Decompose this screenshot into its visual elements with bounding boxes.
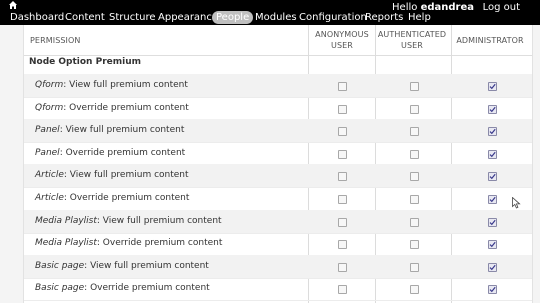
module-row: Node Option Premium: [24, 51, 532, 75]
permission-row: Basic page: View full premium content: [24, 254, 532, 279]
anonymous-checkbox[interactable]: [338, 172, 347, 182]
administrator-checkbox[interactable]: [488, 285, 497, 295]
permission-row: Basic page: Override premium content: [24, 277, 532, 302]
authenticated-checkbox[interactable]: [410, 262, 419, 272]
home-icon[interactable]: [9, 1, 17, 10]
menu-item-dashboard[interactable]: Dashboard: [10, 12, 64, 24]
authenticated-checkbox[interactable]: [410, 285, 419, 295]
anonymous-checkbox[interactable]: [338, 82, 347, 91]
authenticated-checkbox[interactable]: [410, 195, 419, 204]
anonymous-checkbox[interactable]: [338, 149, 347, 159]
menu-item-modules[interactable]: Modules: [255, 12, 297, 24]
menu-item-structure[interactable]: Structure: [109, 12, 156, 24]
content-type-name: Media Playlist: [35, 238, 97, 249]
permission-label: Media Playlist: Override premium content: [35, 232, 222, 255]
content-type-name: Qform: [35, 102, 64, 113]
authenticated-checkbox[interactable]: [410, 104, 419, 114]
content-type-name: Media Playlist: [35, 215, 97, 226]
administrator-checkbox[interactable]: [488, 195, 497, 204]
administrator-checkbox[interactable]: [488, 104, 497, 114]
content-type-name: Qform: [35, 80, 64, 90]
permission-row: Article: Override premium content: [24, 187, 532, 211]
permission-label: Qform: View full premium content: [35, 74, 188, 97]
permission-text: : View full premium content: [63, 170, 189, 181]
permission-label: Panel: View full premium content: [35, 119, 184, 142]
menu-item-configuration[interactable]: Configuration: [299, 12, 367, 24]
hello-user-label: Hello edandrea: [392, 2, 474, 14]
administrator-checkbox[interactable]: [488, 82, 497, 91]
permission-row: Media Playlist: View full premium conten…: [24, 209, 532, 234]
authenticated-checkbox[interactable]: [410, 172, 419, 182]
menu-item-appearance[interactable]: Appearance: [158, 12, 218, 24]
anonymous-checkbox[interactable]: [338, 262, 347, 272]
permission-label: Media Playlist: View full premium conten…: [35, 210, 222, 233]
content-type-name: Basic page: [35, 260, 85, 271]
hello-text: Hello: [392, 2, 418, 13]
authenticated-checkbox[interactable]: [410, 240, 419, 250]
logout-link[interactable]: Log out: [483, 2, 520, 14]
permission-row: Qform: Override premium content: [24, 97, 532, 121]
permission-label: Basic page: View full premium content: [35, 255, 209, 278]
permission-text: : View full premium content: [59, 125, 185, 136]
permission-text: : View full premium content: [84, 260, 209, 271]
administrator-checkbox[interactable]: [488, 172, 497, 182]
permission-text: : View full premium content: [96, 215, 222, 226]
permission-text: : Override premium content: [59, 147, 186, 158]
username-link[interactable]: edandrea: [421, 2, 474, 13]
permission-row: Article: View full premium content: [24, 164, 532, 189]
permission-row: Panel: View full premium content: [24, 119, 532, 144]
menu-item-people[interactable]: People: [212, 11, 254, 24]
administrator-checkbox[interactable]: [488, 240, 497, 250]
mouse-cursor-icon: [512, 197, 521, 209]
permission-row: Panel: Override premium content: [24, 142, 532, 166]
authenticated-checkbox[interactable]: [410, 82, 419, 91]
content-type-name: Panel: [35, 147, 60, 158]
permission-row: Media Playlist: Override premium content: [24, 232, 532, 257]
permission-text: : Override premium content: [63, 193, 190, 203]
anonymous-checkbox[interactable]: [338, 240, 347, 250]
anonymous-checkbox[interactable]: [338, 285, 347, 295]
permission-label: Article: Override premium content: [35, 187, 189, 210]
authenticated-checkbox[interactable]: [410, 127, 419, 137]
administrator-checkbox[interactable]: [488, 262, 497, 272]
authenticated-checkbox[interactable]: [410, 149, 419, 159]
menu-item-content[interactable]: Content: [65, 12, 105, 24]
anonymous-checkbox[interactable]: [338, 127, 347, 137]
permissions-panel: PERMISSION ANONYMOUS USER AUTHENTICATED …: [23, 25, 533, 303]
content-type-name: Basic page: [35, 283, 85, 294]
anonymous-checkbox[interactable]: [338, 217, 347, 227]
permission-label: Qform: Override premium content: [35, 97, 189, 120]
permission-text: : Override premium content: [63, 102, 189, 113]
permission-text: : Override premium content: [84, 283, 210, 294]
permission-label: Article: View full premium content: [35, 164, 189, 187]
administrator-checkbox[interactable]: [488, 217, 497, 227]
permission-label: Panel: Override premium content: [35, 142, 185, 165]
content-type-name: Article: [35, 193, 64, 203]
permission-text: : View full premium content: [63, 80, 188, 90]
content-type-name: Article: [35, 170, 64, 181]
admin-toolbar: Dashboard Content Structure Appearance Peopl…: [0, 0, 540, 25]
content-type-name: Panel: [35, 125, 60, 136]
permission-text: : Override premium content: [96, 238, 223, 249]
authenticated-checkbox[interactable]: [410, 217, 419, 227]
administrator-checkbox[interactable]: [488, 127, 497, 137]
permission-label: Basic page: Override premium content: [35, 277, 210, 300]
anonymous-checkbox[interactable]: [338, 195, 347, 204]
administrator-checkbox[interactable]: [488, 149, 497, 159]
anonymous-checkbox[interactable]: [338, 104, 347, 114]
permission-row: Qform: View full premium content: [24, 74, 532, 98]
module-title: Node Option Premium: [29, 57, 141, 67]
